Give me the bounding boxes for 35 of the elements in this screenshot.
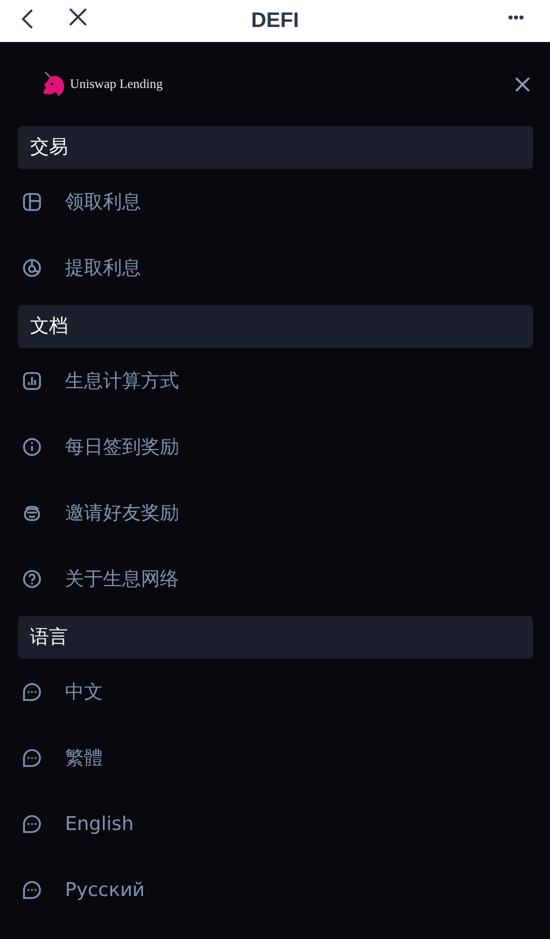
menu-item[interactable]: 繁體: [0, 725, 550, 791]
chat-bubble-icon: [22, 880, 42, 900]
more-button[interactable]: [508, 15, 524, 20]
menu-item[interactable]: 提取利息: [0, 235, 550, 301]
chat-bubble-icon: [22, 682, 42, 702]
back-button[interactable]: [20, 8, 34, 30]
section-header: 语言: [18, 616, 533, 659]
grid-icon: [22, 192, 42, 212]
close-button[interactable]: [68, 7, 88, 27]
chat-bubble-icon: [22, 814, 42, 834]
bar-chart-icon: [22, 371, 42, 391]
info-icon: [22, 437, 42, 457]
back-icon: [20, 8, 34, 30]
menu-item[interactable]: 邀请好友奖励: [0, 480, 550, 546]
menu-item[interactable]: 生息计算方式: [0, 348, 550, 414]
menu-item[interactable]: Русский: [0, 857, 550, 923]
help-icon: [22, 569, 42, 589]
brand-logo[interactable]: Uniswap Lending: [42, 70, 163, 98]
menu-item[interactable]: 每日签到奖励: [0, 414, 550, 480]
menu-item[interactable]: 关于生息网络: [0, 546, 550, 612]
page-title: DEFI: [251, 8, 299, 34]
section-header: 交易: [18, 126, 533, 169]
menu-item[interactable]: English: [0, 791, 550, 857]
close-icon: [68, 7, 88, 27]
chat-bubble-icon: [22, 748, 42, 768]
robot-face-icon: [22, 503, 42, 523]
unicorn-icon: [42, 70, 66, 98]
pie-chart-icon: [22, 258, 42, 278]
brand-name: Uniswap Lending: [70, 75, 163, 94]
menu-item[interactable]: 领取利息: [0, 169, 550, 235]
menu-item[interactable]: 中文: [0, 659, 550, 725]
close-icon: [515, 76, 530, 92]
more-icon: [508, 15, 524, 20]
section-header: 文档: [18, 305, 533, 348]
close-menu-button[interactable]: [515, 76, 530, 92]
